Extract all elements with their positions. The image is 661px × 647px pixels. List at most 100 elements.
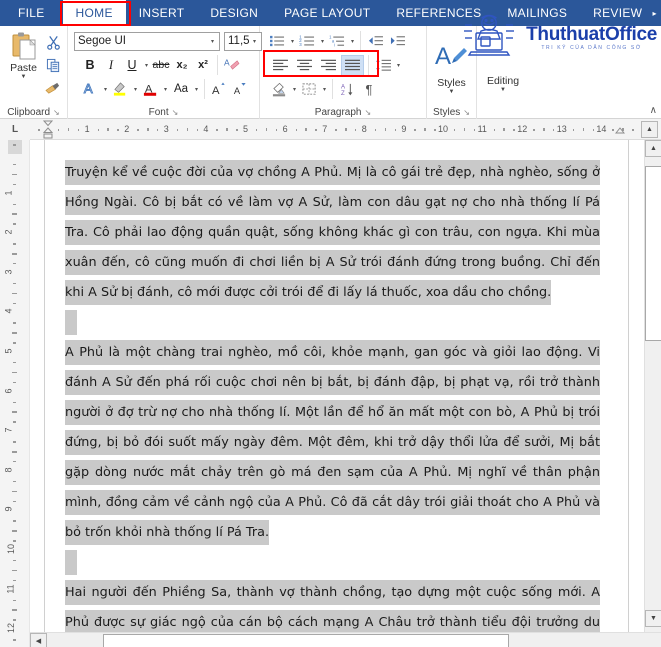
underline-caret[interactable]: ▾ bbox=[143, 62, 150, 69]
underline-button[interactable]: U bbox=[122, 58, 142, 72]
text-effects-caret[interactable]: ▾ bbox=[102, 86, 109, 93]
align-center-icon[interactable] bbox=[293, 55, 316, 76]
shading-caret[interactable]: ▾ bbox=[291, 86, 298, 93]
document-page[interactable]: Truyện kể về cuộc đời của vợ chồng A Phủ… bbox=[44, 140, 629, 647]
horizontal-ruler[interactable]: L 1 2 3 4 5 6 7 8 9 10 11 12 13 14 ▲ bbox=[0, 118, 661, 140]
numbering-icon[interactable]: 1 2 3 bbox=[297, 31, 318, 52]
numbering-caret[interactable]: ▾ bbox=[319, 38, 326, 45]
left-indent-marker[interactable] bbox=[42, 120, 54, 141]
borders-caret[interactable]: ▾ bbox=[321, 86, 328, 93]
document-paragraph-1[interactable]: Truyện kể về cuộc đời của vợ chồng A Phủ… bbox=[65, 158, 600, 308]
paste-dropdown-caret[interactable]: ▼ bbox=[21, 74, 27, 81]
horizontal-scrollbar[interactable]: ◀ bbox=[30, 632, 661, 647]
scroll-down-arrow[interactable]: ▼ bbox=[645, 610, 661, 627]
editing-button[interactable]: Editing ▼ bbox=[479, 29, 527, 105]
tab-mailings[interactable]: MAILINGS bbox=[494, 0, 580, 26]
ruler-scroll-up-button[interactable]: ▲ bbox=[641, 120, 658, 138]
document-page-area[interactable]: Truyện kể về cuộc đời của vợ chồng A Phủ… bbox=[30, 140, 661, 647]
clipboard-dialog-launcher[interactable]: ↘ bbox=[53, 108, 60, 117]
paste-label: Paste bbox=[10, 62, 37, 74]
paste-button[interactable]: Paste ▼ bbox=[4, 29, 43, 105]
ruler-minor-tick bbox=[632, 128, 634, 131]
italic-button[interactable]: I bbox=[101, 58, 121, 73]
tab-file[interactable]: FILE bbox=[0, 0, 63, 26]
vruler-minor-tick bbox=[13, 639, 16, 641]
grow-font-icon[interactable]: A bbox=[209, 79, 229, 100]
copy-icon[interactable] bbox=[43, 55, 63, 75]
styles-caret[interactable]: ▼ bbox=[449, 89, 455, 96]
vruler-minor-tick bbox=[13, 381, 16, 384]
horizontal-ruler-track[interactable]: 1 2 3 4 5 6 7 8 9 10 11 12 13 14 bbox=[30, 119, 641, 140]
tab-home[interactable]: HOME bbox=[62, 0, 126, 26]
vruler-minor-tick bbox=[13, 183, 16, 186]
multilevel-caret[interactable]: ▾ bbox=[349, 38, 356, 45]
bold-button[interactable]: B bbox=[80, 58, 100, 72]
tab-insert[interactable]: INSERT bbox=[126, 0, 198, 26]
vruler-minor-tick bbox=[13, 401, 16, 403]
ruler-minor-tick bbox=[345, 127, 347, 131]
document-paragraph-blank-2[interactable] bbox=[65, 548, 600, 578]
bullets-caret[interactable]: ▾ bbox=[289, 38, 296, 45]
font-size-caret[interactable]: ▾ bbox=[251, 38, 258, 45]
font-color-icon[interactable]: A bbox=[140, 79, 161, 100]
font-size-combobox[interactable]: 11,5 ▾ bbox=[224, 31, 262, 51]
font-color-caret[interactable]: ▾ bbox=[162, 86, 169, 93]
align-right-icon[interactable] bbox=[317, 55, 340, 76]
scroll-up-arrow[interactable]: ▲ bbox=[645, 140, 661, 157]
collapse-ribbon-button[interactable]: ∧ bbox=[650, 105, 657, 116]
shrink-font-icon[interactable]: A bbox=[230, 79, 250, 100]
ruler-minor-tick bbox=[453, 128, 456, 131]
tab-mailings-label: MAILINGS bbox=[507, 6, 568, 20]
show-paragraph-marks-icon[interactable]: ¶ bbox=[359, 79, 379, 100]
horizontal-scrollbar-thumb[interactable] bbox=[103, 634, 509, 647]
text-effects-icon[interactable]: A bbox=[80, 79, 101, 100]
borders-icon[interactable] bbox=[299, 79, 320, 100]
format-painter-icon[interactable] bbox=[43, 78, 63, 98]
clear-formatting-icon[interactable]: A bbox=[222, 55, 242, 76]
tab-references[interactable]: REFERENCES bbox=[383, 0, 494, 26]
font-name-combobox[interactable]: Segoe UI ▾ bbox=[74, 31, 220, 51]
shading-icon[interactable] bbox=[269, 79, 290, 100]
watermark-title: ThuthuatOffice bbox=[526, 23, 657, 45]
superscript-button[interactable]: x² bbox=[193, 59, 213, 71]
font-dialog-launcher[interactable]: ↘ bbox=[172, 108, 179, 117]
line-spacing-caret[interactable]: ▾ bbox=[395, 62, 402, 69]
multilevel-list-icon[interactable]: 1 a i bbox=[327, 31, 348, 52]
tab-review[interactable]: REVIEW bbox=[580, 0, 655, 26]
styles-dialog-launcher[interactable]: ↘ bbox=[463, 108, 470, 117]
align-justify-icon[interactable] bbox=[341, 54, 364, 76]
ruler-tick-label: 8 bbox=[361, 123, 367, 134]
ribbon-tab-bar: FILE HOME INSERT DESIGN PAGE LAYOUT REFE… bbox=[0, 0, 661, 26]
cut-icon[interactable] bbox=[43, 32, 63, 52]
bullets-icon[interactable] bbox=[267, 31, 288, 52]
highlight-icon[interactable] bbox=[110, 79, 131, 100]
change-case-button[interactable]: Aa bbox=[170, 83, 192, 95]
document-paragraph-2[interactable]: A Phủ là một chàng trai nghèo, mồ côi, k… bbox=[65, 338, 600, 548]
tab-stop-selector[interactable]: L bbox=[0, 118, 30, 140]
align-left-icon[interactable] bbox=[269, 55, 292, 76]
styles-button[interactable]: A Styles ▼ bbox=[428, 29, 476, 105]
highlight-caret[interactable]: ▾ bbox=[132, 86, 139, 93]
editing-caret[interactable]: ▼ bbox=[500, 87, 506, 94]
tab-page-layout[interactable]: PAGE LAYOUT bbox=[271, 0, 383, 26]
scroll-left-arrow[interactable]: ◀ bbox=[30, 632, 47, 647]
subscript-button[interactable]: x₂ bbox=[172, 59, 192, 71]
decrease-indent-icon[interactable] bbox=[365, 31, 386, 52]
vertical-ruler[interactable]: 1 2 3 4 5 6 7 8 9 10 11 12 bbox=[0, 140, 30, 647]
font-name-caret[interactable]: ▾ bbox=[209, 38, 216, 45]
line-spacing-icon[interactable] bbox=[373, 55, 394, 76]
change-case-caret[interactable]: ▾ bbox=[193, 86, 200, 93]
paragraph-dialog-launcher[interactable]: ↘ bbox=[365, 108, 372, 117]
increase-indent-icon[interactable] bbox=[387, 31, 408, 52]
tab-overflow-arrow[interactable]: ▸ bbox=[648, 0, 661, 26]
tab-design[interactable]: DESIGN bbox=[197, 0, 271, 26]
strikethrough-button[interactable]: abc bbox=[151, 59, 171, 71]
ruler-minor-tick bbox=[335, 128, 337, 131]
right-indent-marker[interactable] bbox=[615, 126, 626, 139]
ruler-minor-tick bbox=[374, 128, 377, 131]
vertical-scrollbar-thumb[interactable] bbox=[645, 166, 661, 341]
paragraph-1-text: Truyện kể về cuộc đời của vợ chồng A Phủ… bbox=[65, 160, 600, 305]
vertical-scrollbar[interactable]: ▲ ▼ bbox=[644, 140, 661, 647]
document-paragraph-blank-1[interactable] bbox=[65, 308, 600, 338]
sort-icon[interactable]: A Z bbox=[337, 79, 358, 100]
